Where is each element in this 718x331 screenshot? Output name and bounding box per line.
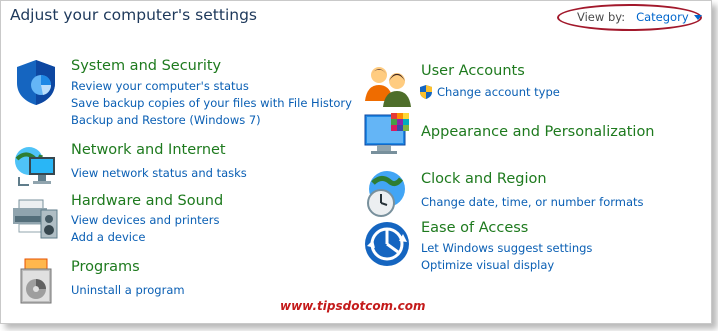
uac-shield-icon	[420, 85, 432, 99]
printer-icon[interactable]	[11, 192, 61, 242]
link-suggest-settings[interactable]: Let Windows suggest settings	[421, 241, 592, 255]
link-backup-restore[interactable]: Backup and Restore (Windows 7)	[71, 113, 261, 127]
view-by-dropdown[interactable]: Category	[636, 10, 689, 24]
view-by-label: View by:	[577, 10, 626, 24]
link-uninstall-program[interactable]: Uninstall a program	[71, 283, 185, 297]
link-change-formats[interactable]: Change date, time, or number formats	[421, 195, 644, 209]
page-title: Adjust your computer's settings	[10, 6, 257, 24]
category-title-network-and-internet[interactable]: Network and Internet	[71, 142, 226, 158]
clock-globe-icon[interactable]	[363, 169, 413, 219]
category-title-clock-and-region[interactable]: Clock and Region	[421, 171, 547, 187]
category-title-programs[interactable]: Programs	[71, 259, 140, 275]
view-by-control[interactable]: View by: Category	[577, 10, 702, 24]
network-globe-icon[interactable]	[11, 141, 61, 191]
watermark: www.tipsdotcom.com	[280, 299, 426, 313]
link-add-device[interactable]: Add a device	[71, 230, 145, 244]
chevron-down-icon[interactable]	[693, 15, 702, 20]
link-change-account-type[interactable]: Change account type	[437, 85, 560, 99]
category-title-appearance-and-personalization[interactable]: Appearance and Personalization	[421, 124, 655, 140]
link-review-status[interactable]: Review your computer's status	[71, 79, 249, 93]
link-file-history[interactable]: Save backup copies of your files with Fi…	[71, 96, 352, 110]
link-optimize-display[interactable]: Optimize visual display	[421, 258, 554, 272]
category-title-ease-of-access[interactable]: Ease of Access	[421, 220, 528, 236]
monitor-palette-icon[interactable]	[363, 111, 413, 161]
control-panel-window: Adjust your computer's settings View by:…	[0, 0, 712, 324]
ease-of-access-icon[interactable]	[363, 220, 413, 270]
shield-icon[interactable]	[11, 57, 61, 107]
link-devices-printers[interactable]: View devices and printers	[71, 213, 219, 227]
category-title-user-accounts[interactable]: User Accounts	[421, 63, 525, 79]
link-network-status[interactable]: View network status and tasks	[71, 166, 247, 180]
programs-disc-icon[interactable]	[11, 257, 61, 307]
category-title-hardware-and-sound[interactable]: Hardware and Sound	[71, 193, 223, 209]
category-title-system-and-security[interactable]: System and Security	[71, 58, 221, 74]
users-icon[interactable]	[363, 61, 413, 111]
